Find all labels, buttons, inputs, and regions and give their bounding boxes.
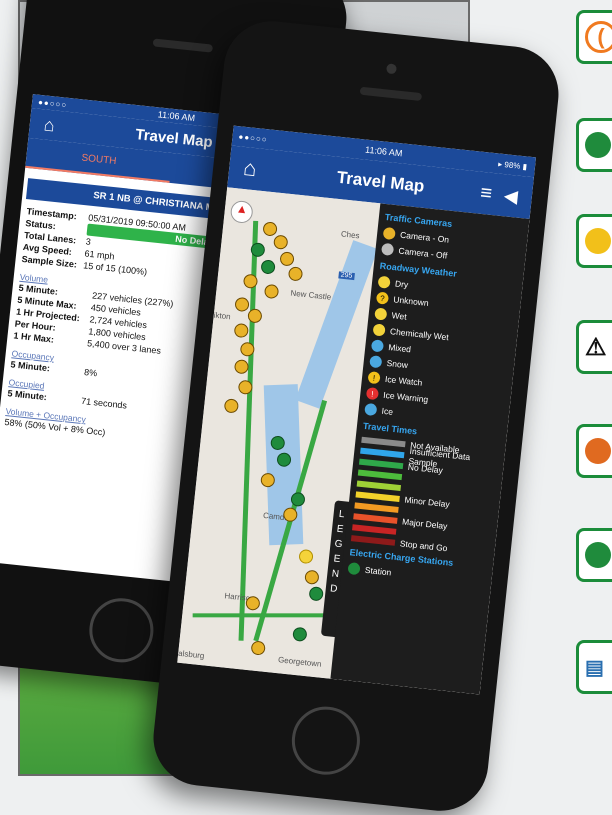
camera-marker[interactable]: [250, 640, 266, 656]
map-label: 295: [338, 271, 355, 281]
legend-label: Dry: [394, 278, 409, 290]
status-time: 11:06 AM: [364, 144, 403, 159]
weather-marker[interactable]: [298, 548, 314, 565]
battery-percent: 98%: [504, 159, 521, 171]
signal-icon: ●●○○○: [238, 131, 269, 144]
camera-marker[interactable]: [273, 234, 289, 250]
sun-icon: [576, 214, 612, 268]
color-swatch: [350, 534, 396, 546]
camera-marker[interactable]: [233, 322, 249, 339]
camera-marker[interactable]: [292, 626, 308, 643]
camera-marker[interactable]: [223, 398, 240, 414]
camera-on-icon: [382, 226, 396, 241]
phone-home-button: [288, 703, 364, 778]
camera-marker[interactable]: [308, 586, 324, 602]
legend-label: Wet: [391, 310, 408, 322]
camera-marker[interactable]: [287, 266, 304, 282]
camera-marker[interactable]: [290, 491, 306, 508]
compass-icon[interactable]: ▲: [229, 199, 254, 225]
document-icon: ▤: [576, 640, 612, 694]
wet-icon: [374, 307, 388, 321]
speaker-grille: [359, 86, 423, 102]
warning-triangle-icon: ⚠: [576, 320, 612, 374]
map-label: Georgetown: [277, 655, 322, 669]
front-phone-screen: ●●○○○ 11:06 AM ▸ 98% ▮ ⌂ Travel Map ≡ ◀ …: [177, 125, 537, 695]
home-icon[interactable]: ⌂: [242, 155, 258, 182]
camera-marker[interactable]: [304, 569, 320, 585]
phone-home-button: [86, 595, 157, 666]
legend-label: Ice Warning: [382, 389, 429, 405]
sun-icon: [377, 275, 391, 289]
snow-icon: [369, 355, 383, 369]
camera-marker[interactable]: [260, 259, 276, 275]
legend-label: Ice: [381, 405, 394, 417]
signal-icon: ●●○○○: [37, 97, 68, 110]
legend-label: Snow: [386, 357, 409, 371]
camera-marker[interactable]: [245, 595, 261, 611]
feature-icon-column: ( ⚠ ▤: [572, 0, 612, 800]
info-circle-icon: (: [576, 10, 612, 64]
battery-indicator: ▸ 98% ▮: [497, 159, 528, 171]
camera-marker[interactable]: [279, 251, 295, 267]
speaker-icon[interactable]: ◀: [503, 185, 519, 207]
camera-marker[interactable]: [247, 308, 263, 324]
map-label: ikton: [213, 310, 232, 322]
camera-marker[interactable]: [234, 296, 250, 313]
green-circle-icon: [576, 528, 612, 582]
home-icon[interactable]: ⌂: [43, 114, 56, 136]
camera-marker[interactable]: [263, 283, 280, 300]
mixed-icon: [370, 339, 385, 353]
map-label: Ches: [340, 229, 361, 241]
charging-station-icon: [347, 562, 361, 576]
camera-marker[interactable]: [250, 242, 266, 258]
front-camera: [385, 63, 397, 75]
question-icon: ?: [375, 291, 390, 305]
legend-label: Mixed: [387, 342, 412, 355]
ice-warning-icon: !: [365, 387, 380, 401]
orange-alert-icon: [576, 424, 612, 478]
map-label: alsburg: [177, 648, 205, 661]
legend-label: Camera - Off: [398, 245, 448, 261]
legend-label: Ice Watch: [384, 373, 423, 388]
legend-label: Unknown: [392, 294, 430, 308]
legend-label: Station: [364, 564, 392, 578]
ice-watch-icon: !: [367, 371, 381, 385]
map-label: New Castle: [290, 288, 332, 302]
chemically-wet-icon: [372, 323, 386, 337]
ice-icon: [364, 402, 378, 417]
green-check-icon: [576, 118, 612, 172]
menu-icon[interactable]: ≡: [479, 181, 493, 205]
speaker-grille: [152, 38, 214, 53]
camera-marker[interactable]: [262, 221, 278, 237]
camera-off-icon: [380, 242, 395, 256]
highway-segment: [192, 613, 333, 618]
